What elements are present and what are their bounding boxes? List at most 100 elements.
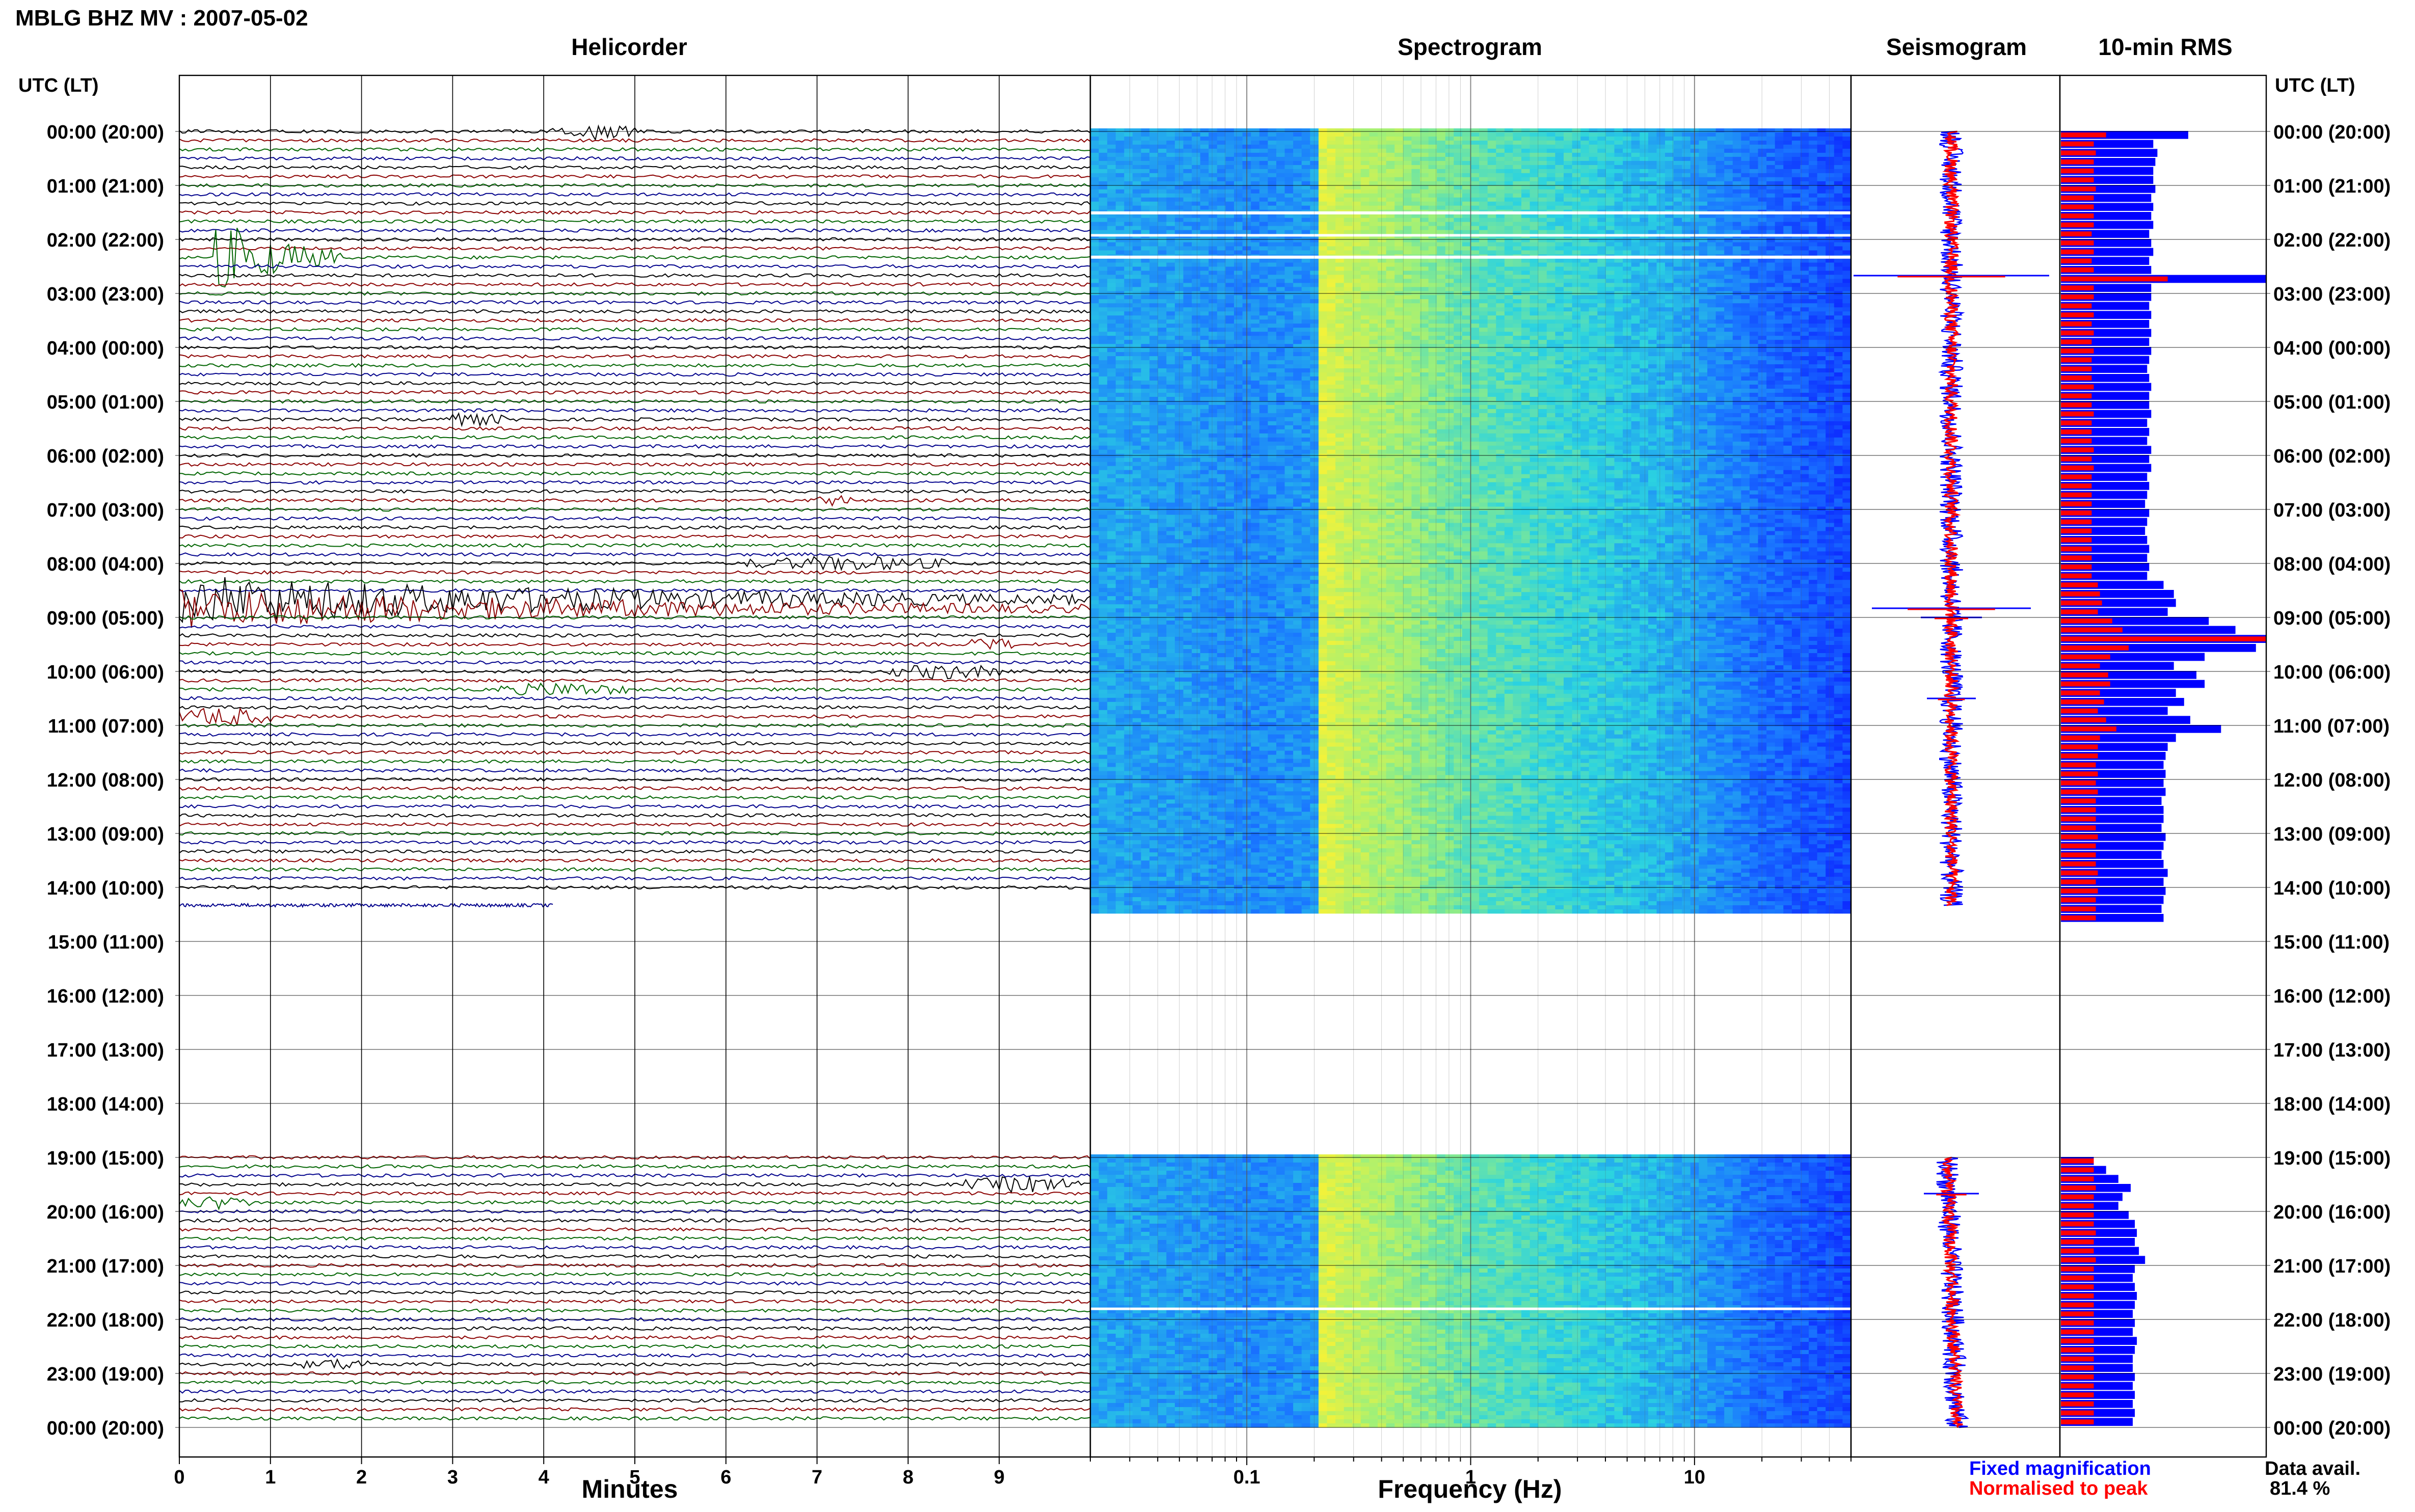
spectrogram-cell [1665, 242, 1674, 247]
spectrogram-cell [1251, 340, 1260, 344]
spectrogram-cell [1834, 275, 1843, 279]
spectrogram-cell [1521, 246, 1531, 251]
spectrogram-cell [1259, 218, 1268, 223]
spectrogram-cell [1251, 132, 1260, 137]
spectrogram-cell [1251, 148, 1260, 153]
spectrogram-cell [1589, 238, 1598, 242]
spectrogram-cell [1360, 222, 1370, 226]
spectrogram-cell [1758, 307, 1767, 312]
spectrogram-cell [1394, 279, 1404, 283]
spectrogram-cell [1318, 156, 1328, 161]
spectrogram-cell [1310, 307, 1319, 312]
spectrogram-cell [1310, 222, 1319, 226]
spectrogram-cell [1327, 222, 1336, 226]
spectrogram-cell [1166, 303, 1175, 308]
spectrogram-cell [1284, 213, 1294, 219]
spectrogram-cell [1209, 242, 1218, 247]
spectrogram-cell [1749, 128, 1759, 133]
spectrogram-cell [1724, 295, 1733, 300]
spectrogram-cell [1462, 319, 1471, 324]
spectrogram-cell [1564, 181, 1573, 186]
spectrogram-cell [1158, 152, 1167, 157]
spectrogram-cell [1555, 160, 1564, 166]
spectrogram-cell [1192, 128, 1201, 133]
spectrogram-cell [1749, 299, 1759, 304]
spectrogram-cell [1648, 152, 1657, 157]
spectrogram-cell [1555, 201, 1564, 206]
spectrogram-cell [1538, 315, 1547, 320]
spectrogram-cell [1386, 332, 1395, 336]
spectrogram-cell [1834, 311, 1843, 316]
spectrogram-cell [1546, 299, 1555, 304]
spectrogram-cell [1293, 250, 1302, 255]
spectrogram-cell [1826, 218, 1835, 223]
spectrogram-cell [1749, 230, 1759, 234]
spectrogram-cell [1487, 328, 1496, 332]
spectrogram-cell [1724, 311, 1733, 316]
spectrogram-cell [1775, 160, 1784, 166]
spectrogram-cell [1656, 295, 1666, 300]
spectrogram-cell [1124, 189, 1133, 194]
spectrogram-cell [1470, 303, 1480, 308]
spectrogram-cell [1132, 137, 1142, 141]
spectrogram-cell [1597, 287, 1606, 291]
spectrogram-cell [1741, 152, 1750, 157]
spectrogram-cell [1166, 336, 1175, 340]
spectrogram-cell [1589, 201, 1598, 206]
spectrogram-cell [1192, 332, 1201, 336]
spectrogram-cell [1183, 193, 1192, 198]
spectrogram-cell [1318, 336, 1328, 340]
spectrogram-cell [1732, 141, 1741, 145]
spectrogram-cell [1572, 185, 1581, 190]
spectrogram-cell [1809, 303, 1818, 308]
spectrogram-cell [1454, 152, 1463, 157]
spectrogram-cell [1741, 137, 1750, 141]
spectrogram-cell [1546, 262, 1555, 267]
spectrogram-cell [1420, 141, 1429, 145]
spectrogram-cell [1834, 238, 1843, 242]
spectrogram-cell [1420, 193, 1429, 198]
spectrogram-cell [1521, 258, 1531, 263]
spectrogram-cell [1826, 128, 1835, 133]
spectrogram-cell [1090, 177, 1099, 182]
spectrogram-cell [1327, 156, 1336, 161]
spectrogram-cell [1834, 137, 1843, 141]
spectrogram-cell [1124, 222, 1133, 226]
spectrogram-cell [1555, 213, 1564, 219]
spectrogram-cell [1800, 173, 1809, 178]
spectrogram-cell [1673, 213, 1682, 219]
spectrogram-cell [1538, 169, 1547, 174]
spectrogram-cell [1631, 156, 1640, 161]
spectrogram-cell [1158, 181, 1167, 186]
spectrogram-cell [1496, 266, 1505, 271]
spectrogram-cell [1445, 246, 1454, 251]
spectrogram-cell [1090, 152, 1099, 157]
spectrogram-cell [1344, 132, 1353, 137]
spectrogram-cell [1454, 218, 1463, 223]
spectrogram-cell [1783, 137, 1792, 141]
spectrogram-cell [1149, 287, 1159, 291]
spectrogram-cell [1115, 246, 1124, 251]
spectrogram-cell [1411, 299, 1420, 304]
spectrogram-cell [1699, 287, 1708, 291]
spectrogram-cell [1614, 242, 1623, 247]
spectrogram-cell [1234, 128, 1243, 133]
spectrogram-cell [1098, 332, 1108, 336]
spectrogram-cell [1166, 352, 1175, 357]
spectrogram-cell [1420, 169, 1429, 174]
spectrogram-cell [1200, 201, 1209, 206]
spectrogram-cell [1318, 348, 1328, 353]
spectrogram-cell [1327, 340, 1336, 344]
spectrogram-cell [1766, 226, 1776, 230]
spectrogram-cell [1141, 165, 1150, 170]
spectrogram-cell [1276, 185, 1285, 190]
spectrogram-cell [1158, 332, 1167, 336]
spectrogram-cell [1454, 181, 1463, 186]
spectrogram-cell [1251, 275, 1260, 279]
spectrogram-cell [1665, 266, 1674, 271]
spectrogram-cell [1504, 287, 1514, 291]
spectrogram-cell [1183, 352, 1192, 357]
spectrogram-cell [1462, 336, 1471, 340]
spectrogram-cell [1589, 156, 1598, 161]
spectrogram-cell [1124, 299, 1133, 304]
